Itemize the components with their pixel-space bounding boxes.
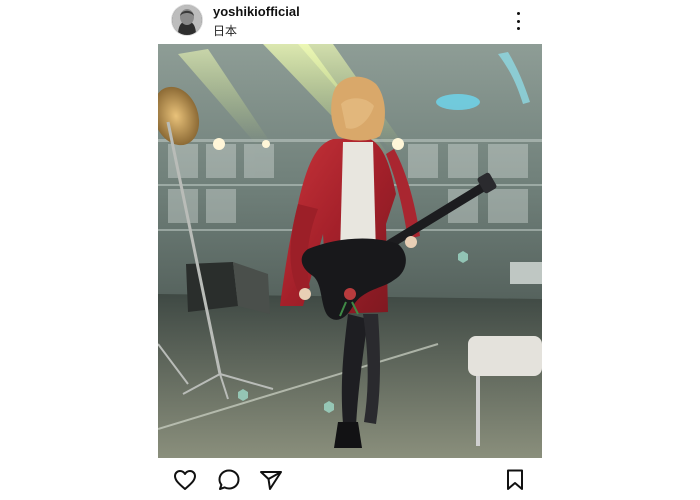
post-location[interactable]: 日本	[213, 22, 237, 39]
post-actions	[158, 462, 542, 498]
post-header: yoshikiofficial 日本	[158, 0, 542, 44]
heart-icon[interactable]	[172, 467, 198, 493]
more-options-icon[interactable]	[510, 12, 526, 30]
dot	[516, 12, 520, 15]
post-photo[interactable]	[158, 44, 542, 458]
username[interactable]: yoshikiofficial	[213, 4, 300, 19]
paper-plane-icon[interactable]	[258, 467, 284, 493]
dot	[516, 19, 520, 23]
profile-avatar[interactable]	[172, 5, 202, 35]
instagram-post: yoshikiofficial 日本	[158, 0, 542, 500]
bookmark-icon[interactable]	[502, 467, 528, 493]
comment-bubble-icon[interactable]	[216, 467, 242, 493]
dot	[516, 27, 520, 30]
